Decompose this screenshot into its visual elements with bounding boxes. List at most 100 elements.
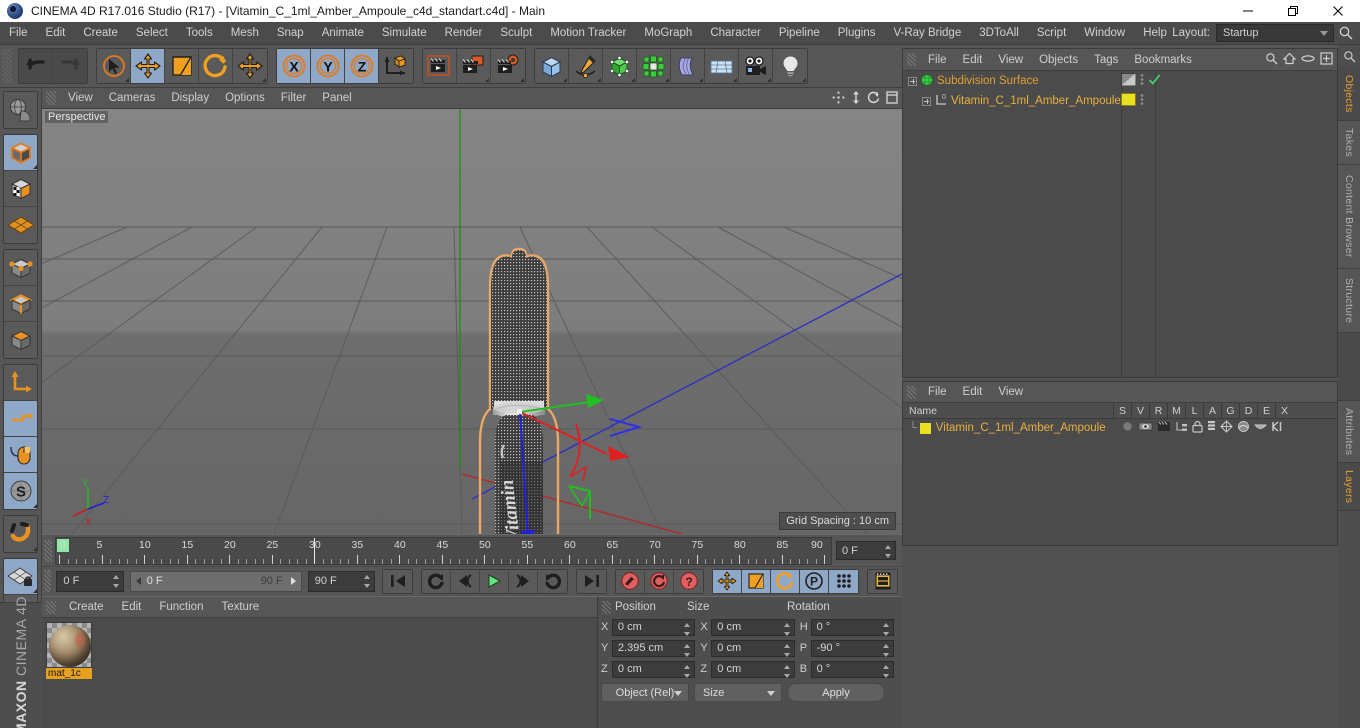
add-generator-button[interactable] [603, 49, 637, 83]
layers-menu-view[interactable]: View [990, 382, 1031, 403]
tree-toggle[interactable]: 0 Vitamin_C_1ml_Amber_Ampoule [922, 93, 1121, 110]
texture-mode-button[interactable] [4, 171, 37, 207]
om-menu-view[interactable]: View [990, 49, 1031, 71]
dots-icon[interactable] [1140, 93, 1144, 109]
viewport-menu-cameras[interactable]: Cameras [101, 88, 164, 109]
layers-col-d[interactable]: D [1239, 402, 1257, 419]
menu-item-sculpt[interactable]: Sculpt [491, 22, 541, 45]
lock-x-axis-button[interactable]: X [277, 49, 311, 83]
timeline-frame-field[interactable]: 0 F [836, 541, 896, 560]
display-tag-icon[interactable] [1121, 73, 1136, 89]
timeline-playhead[interactable] [314, 537, 315, 564]
xref-icon[interactable] [1271, 420, 1284, 436]
minimize-icon[interactable] [1225, 0, 1270, 22]
add-light-button[interactable] [773, 49, 807, 83]
generator-icon[interactable] [1220, 420, 1233, 436]
layers-col-l[interactable]: L [1185, 402, 1203, 419]
pos-x-field[interactable]: 0 cm [611, 618, 696, 636]
menu-item-create[interactable]: Create [74, 22, 127, 45]
add-deformer-button[interactable] [671, 49, 705, 83]
layers-col-m[interactable]: M [1167, 402, 1185, 419]
material-sphere-thumbnail[interactable] [46, 622, 92, 668]
previous-frame-button[interactable] [451, 569, 480, 593]
material-menu-texture[interactable]: Texture [212, 597, 268, 618]
tree-toggle[interactable]: Subdivision Surface [908, 73, 1039, 90]
maximize-view-icon[interactable] [886, 91, 898, 107]
dolly-view-icon[interactable] [851, 91, 861, 107]
max-frame-field[interactable]: 90 F [307, 570, 375, 592]
preview-range-slider[interactable]: 0 F 90 F [129, 570, 302, 592]
magnet-icon[interactable] [4, 516, 37, 552]
tab-layers[interactable]: Layers [1338, 463, 1360, 511]
play-loop-button[interactable] [538, 569, 567, 593]
viewport-menu-display[interactable]: Display [163, 88, 217, 109]
new-layer-icon[interactable] [1320, 52, 1333, 68]
render-clapper-icon[interactable] [1157, 420, 1171, 436]
menu-item-pipeline[interactable]: Pipeline [770, 22, 829, 45]
lock-icon[interactable] [1192, 420, 1203, 436]
menu-item-motion-tracker[interactable]: Motion Tracker [541, 22, 635, 45]
tab-content-browser[interactable]: Content Browser [1338, 165, 1360, 269]
menu-item-vray-bridge[interactable]: V-Ray Bridge [884, 22, 970, 45]
current-frame-field[interactable]: 0 F [56, 570, 124, 592]
edges-mode-button[interactable] [4, 286, 37, 322]
go-to-start-button[interactable] [383, 569, 412, 593]
menu-item-character[interactable]: Character [701, 22, 770, 45]
record-active-objects-button[interactable] [616, 569, 645, 593]
scale-tool[interactable] [165, 49, 199, 83]
menu-item-script[interactable]: Script [1028, 22, 1075, 45]
stepper-icon[interactable] [783, 664, 791, 678]
key-rotation-button[interactable] [771, 569, 800, 593]
viewport-menu-filter[interactable]: Filter [273, 88, 315, 109]
close-icon[interactable] [1315, 0, 1360, 22]
transform-tool[interactable] [233, 49, 267, 83]
stepper-icon[interactable] [885, 545, 892, 558]
layers-col-a[interactable]: A [1203, 402, 1221, 419]
material-grip[interactable] [46, 600, 56, 614]
stepper-icon[interactable] [364, 574, 371, 588]
menu-item-edit[interactable]: Edit [37, 22, 75, 45]
material-menu-edit[interactable]: Edit [113, 597, 151, 618]
menu-item-3dtoall[interactable]: 3DToAll [970, 22, 1028, 45]
timeline-toggle-button[interactable] [868, 569, 897, 593]
object-axis-mode-button[interactable] [4, 365, 37, 401]
animation-icon[interactable] [1207, 420, 1216, 436]
menu-item-animate[interactable]: Animate [313, 22, 373, 45]
rot-p-field[interactable]: -90 ° [810, 639, 895, 657]
om-menu-objects[interactable]: Objects [1031, 49, 1086, 71]
coordinates-grip[interactable] [602, 600, 611, 614]
viewport-menu-view[interactable]: View [60, 88, 101, 109]
render-settings-button[interactable] [491, 49, 525, 83]
s-circle-icon[interactable]: S [4, 473, 37, 509]
play-reverse-button[interactable] [422, 569, 451, 593]
material-menu-create[interactable]: Create [60, 597, 113, 618]
render-to-picture-viewer-button[interactable] [457, 49, 491, 83]
coordinate-mode-dropdown[interactable]: Object (Rel) [601, 683, 689, 702]
layer-row[interactable]: └ Vitamin_C_1ml_Amber_Ampoule [903, 419, 1337, 437]
polygons-mode-button[interactable] [4, 322, 37, 358]
maximize-icon[interactable] [1270, 0, 1315, 22]
pan-view-icon[interactable] [832, 91, 845, 107]
material-color-swatch[interactable] [1121, 93, 1136, 109]
points-mode-button[interactable] [4, 250, 37, 286]
menu-item-file[interactable]: File [0, 22, 37, 45]
manager-icon[interactable] [1175, 420, 1188, 436]
expand-collapse-icon[interactable] [908, 76, 917, 86]
viewport-menu-panel[interactable]: Panel [314, 88, 359, 109]
stepper-icon[interactable] [684, 622, 691, 636]
home-icon[interactable] [1282, 52, 1297, 68]
key-parameter-button[interactable]: P [800, 569, 829, 593]
go-to-end-button[interactable] [577, 569, 606, 593]
layout-dropdown[interactable]: Startup [1216, 24, 1334, 42]
size-mode-dropdown[interactable]: Size [694, 683, 782, 702]
expression-icon[interactable] [1254, 420, 1267, 436]
live-selection-tool[interactable] [97, 49, 131, 83]
add-camera-button[interactable] [739, 49, 773, 83]
rot-b-field[interactable]: 0 ° [810, 660, 895, 678]
layers-col-x[interactable]: X [1275, 402, 1293, 419]
stepper-icon[interactable] [783, 622, 791, 636]
layers-col-r[interactable]: R [1149, 402, 1167, 419]
add-spline-button[interactable] [569, 49, 603, 83]
layers-col-s[interactable]: S [1113, 402, 1131, 419]
key-scale-button[interactable] [742, 569, 771, 593]
